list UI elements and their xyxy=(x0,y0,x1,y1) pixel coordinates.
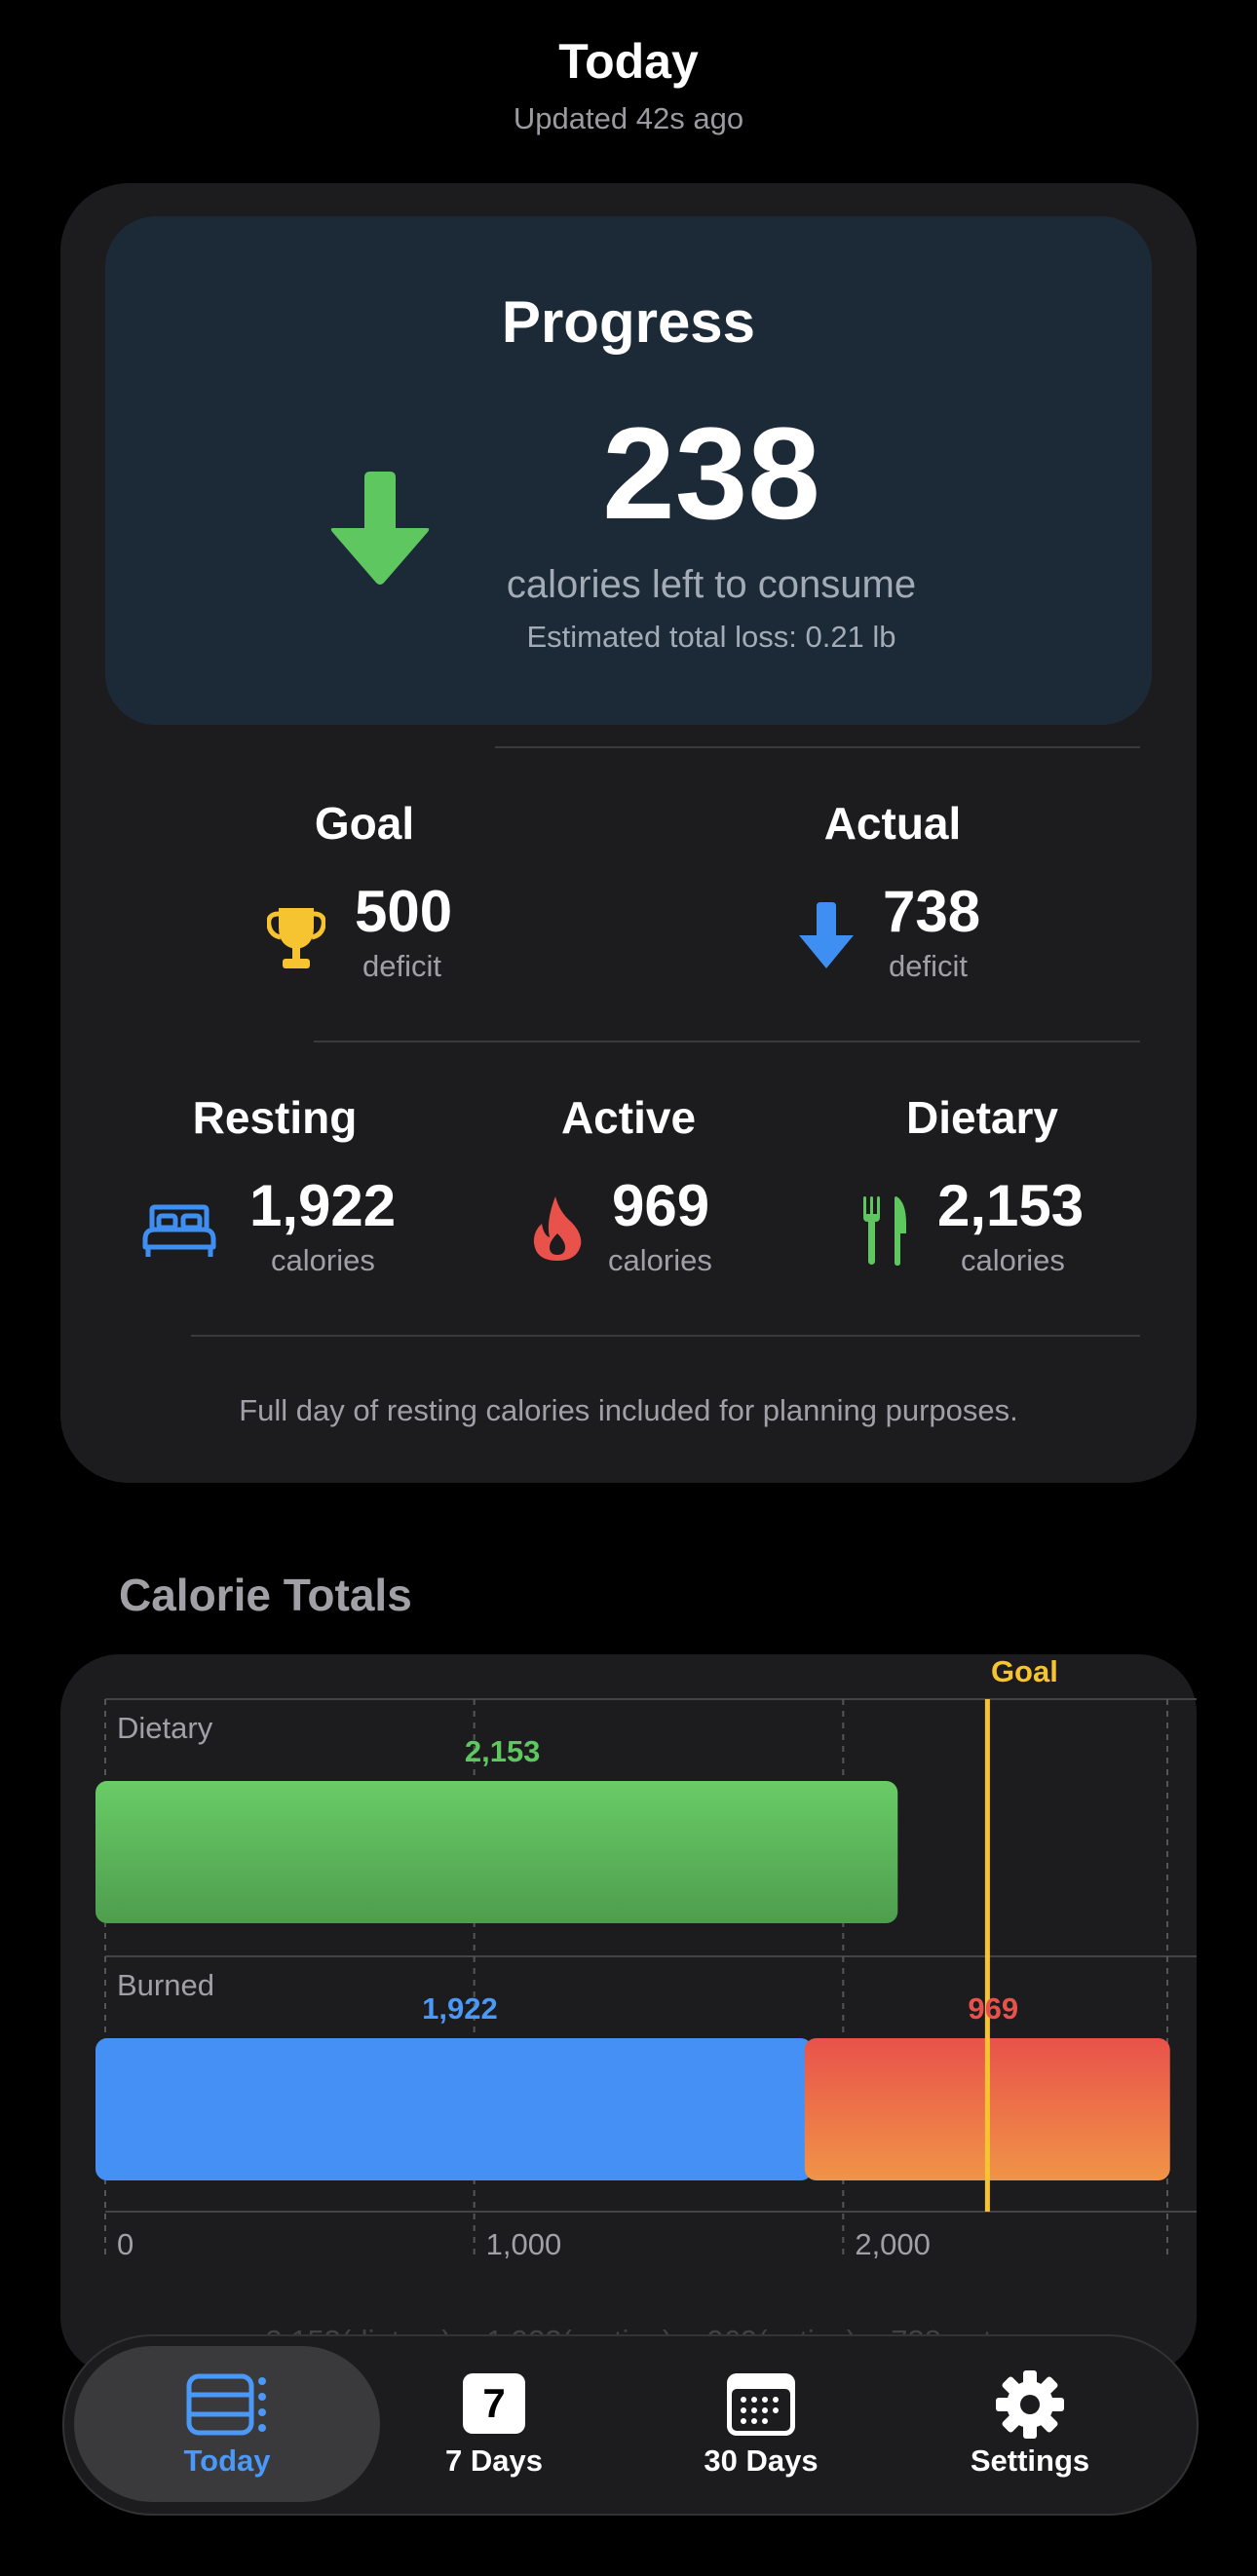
flame-icon xyxy=(533,1196,582,1261)
category-label: Dietary xyxy=(117,1711,213,1745)
tab-7-days[interactable]: 7 7 Days xyxy=(382,2346,606,2502)
goal-label: Goal xyxy=(314,798,415,849)
tab-settings-label: Settings xyxy=(970,2443,1090,2478)
x-tick-label: 0 xyxy=(117,2227,133,2261)
arrow-down-icon xyxy=(799,902,854,968)
calories-left-value: 238 xyxy=(602,401,820,547)
calendar-7-icon: 7 xyxy=(463,2373,525,2434)
category-label: Burned xyxy=(117,1968,214,2002)
bar-label-dietary: 2,153 xyxy=(465,1734,541,1768)
dietary-unit: calories xyxy=(961,1243,1065,1277)
gear-icon xyxy=(996,2370,1064,2439)
fork-knife-icon xyxy=(863,1196,906,1266)
planning-footnote: Full day of resting calories included fo… xyxy=(239,1393,1018,1427)
tab-today[interactable]: Today xyxy=(74,2346,380,2502)
today-icon xyxy=(186,2373,266,2436)
resting-label: Resting xyxy=(192,1092,358,1143)
calorie-totals-chart: 0 1,000 2,000 Dietary Burned 2,153 1,922 969 Goa… xyxy=(95,1654,1197,2261)
bar-dietary xyxy=(95,1781,898,1923)
page-title: Today xyxy=(558,34,699,89)
calendar-month-icon xyxy=(727,2373,795,2436)
active-label: Active xyxy=(560,1092,697,1143)
arrow-down-icon xyxy=(330,472,430,585)
bar-label-active: 969 xyxy=(968,1991,1018,2026)
bed-icon xyxy=(142,1204,216,1257)
estimated-loss: Estimated total loss: 0.21 lb xyxy=(526,620,896,654)
tab-settings[interactable]: Settings xyxy=(918,2346,1142,2502)
resting-unit: calories xyxy=(271,1243,375,1277)
goal-label: Goal xyxy=(991,1654,1058,1688)
tab-30-days[interactable]: 30 Days xyxy=(649,2346,873,2502)
resting-value: 1,922 xyxy=(249,1173,397,1238)
tab-today-label: Today xyxy=(183,2443,271,2478)
divider xyxy=(314,1041,1140,1042)
calories-left-label: calories left to consume xyxy=(506,563,917,606)
divider xyxy=(191,1335,1140,1337)
x-tick-label: 1,000 xyxy=(486,2227,562,2261)
bar-resting xyxy=(95,2038,813,2180)
updated-status: Updated 42s ago xyxy=(513,101,744,135)
dietary-label: Dietary xyxy=(906,1092,1058,1143)
actual-deficit-unit: deficit xyxy=(889,949,968,983)
calorie-totals-title: Calorie Totals xyxy=(119,1570,412,1620)
goal-deficit-unit: deficit xyxy=(362,949,441,983)
active-value: 969 xyxy=(612,1173,710,1238)
bar-label-resting: 1,922 xyxy=(422,1991,498,2026)
dietary-value: 2,153 xyxy=(937,1173,1085,1238)
actual-deficit-value: 738 xyxy=(883,879,981,944)
actual-label: Actual xyxy=(823,798,962,849)
tab-7-days-label: 7 Days xyxy=(445,2443,543,2478)
active-unit: calories xyxy=(608,1243,712,1277)
tab-30-days-label: 30 Days xyxy=(704,2443,819,2478)
trophy-icon xyxy=(267,908,325,968)
goal-deficit-value: 500 xyxy=(355,879,453,944)
divider xyxy=(495,746,1140,748)
progress-title: Progress xyxy=(501,289,756,355)
x-tick-label: 2,000 xyxy=(855,2227,931,2261)
